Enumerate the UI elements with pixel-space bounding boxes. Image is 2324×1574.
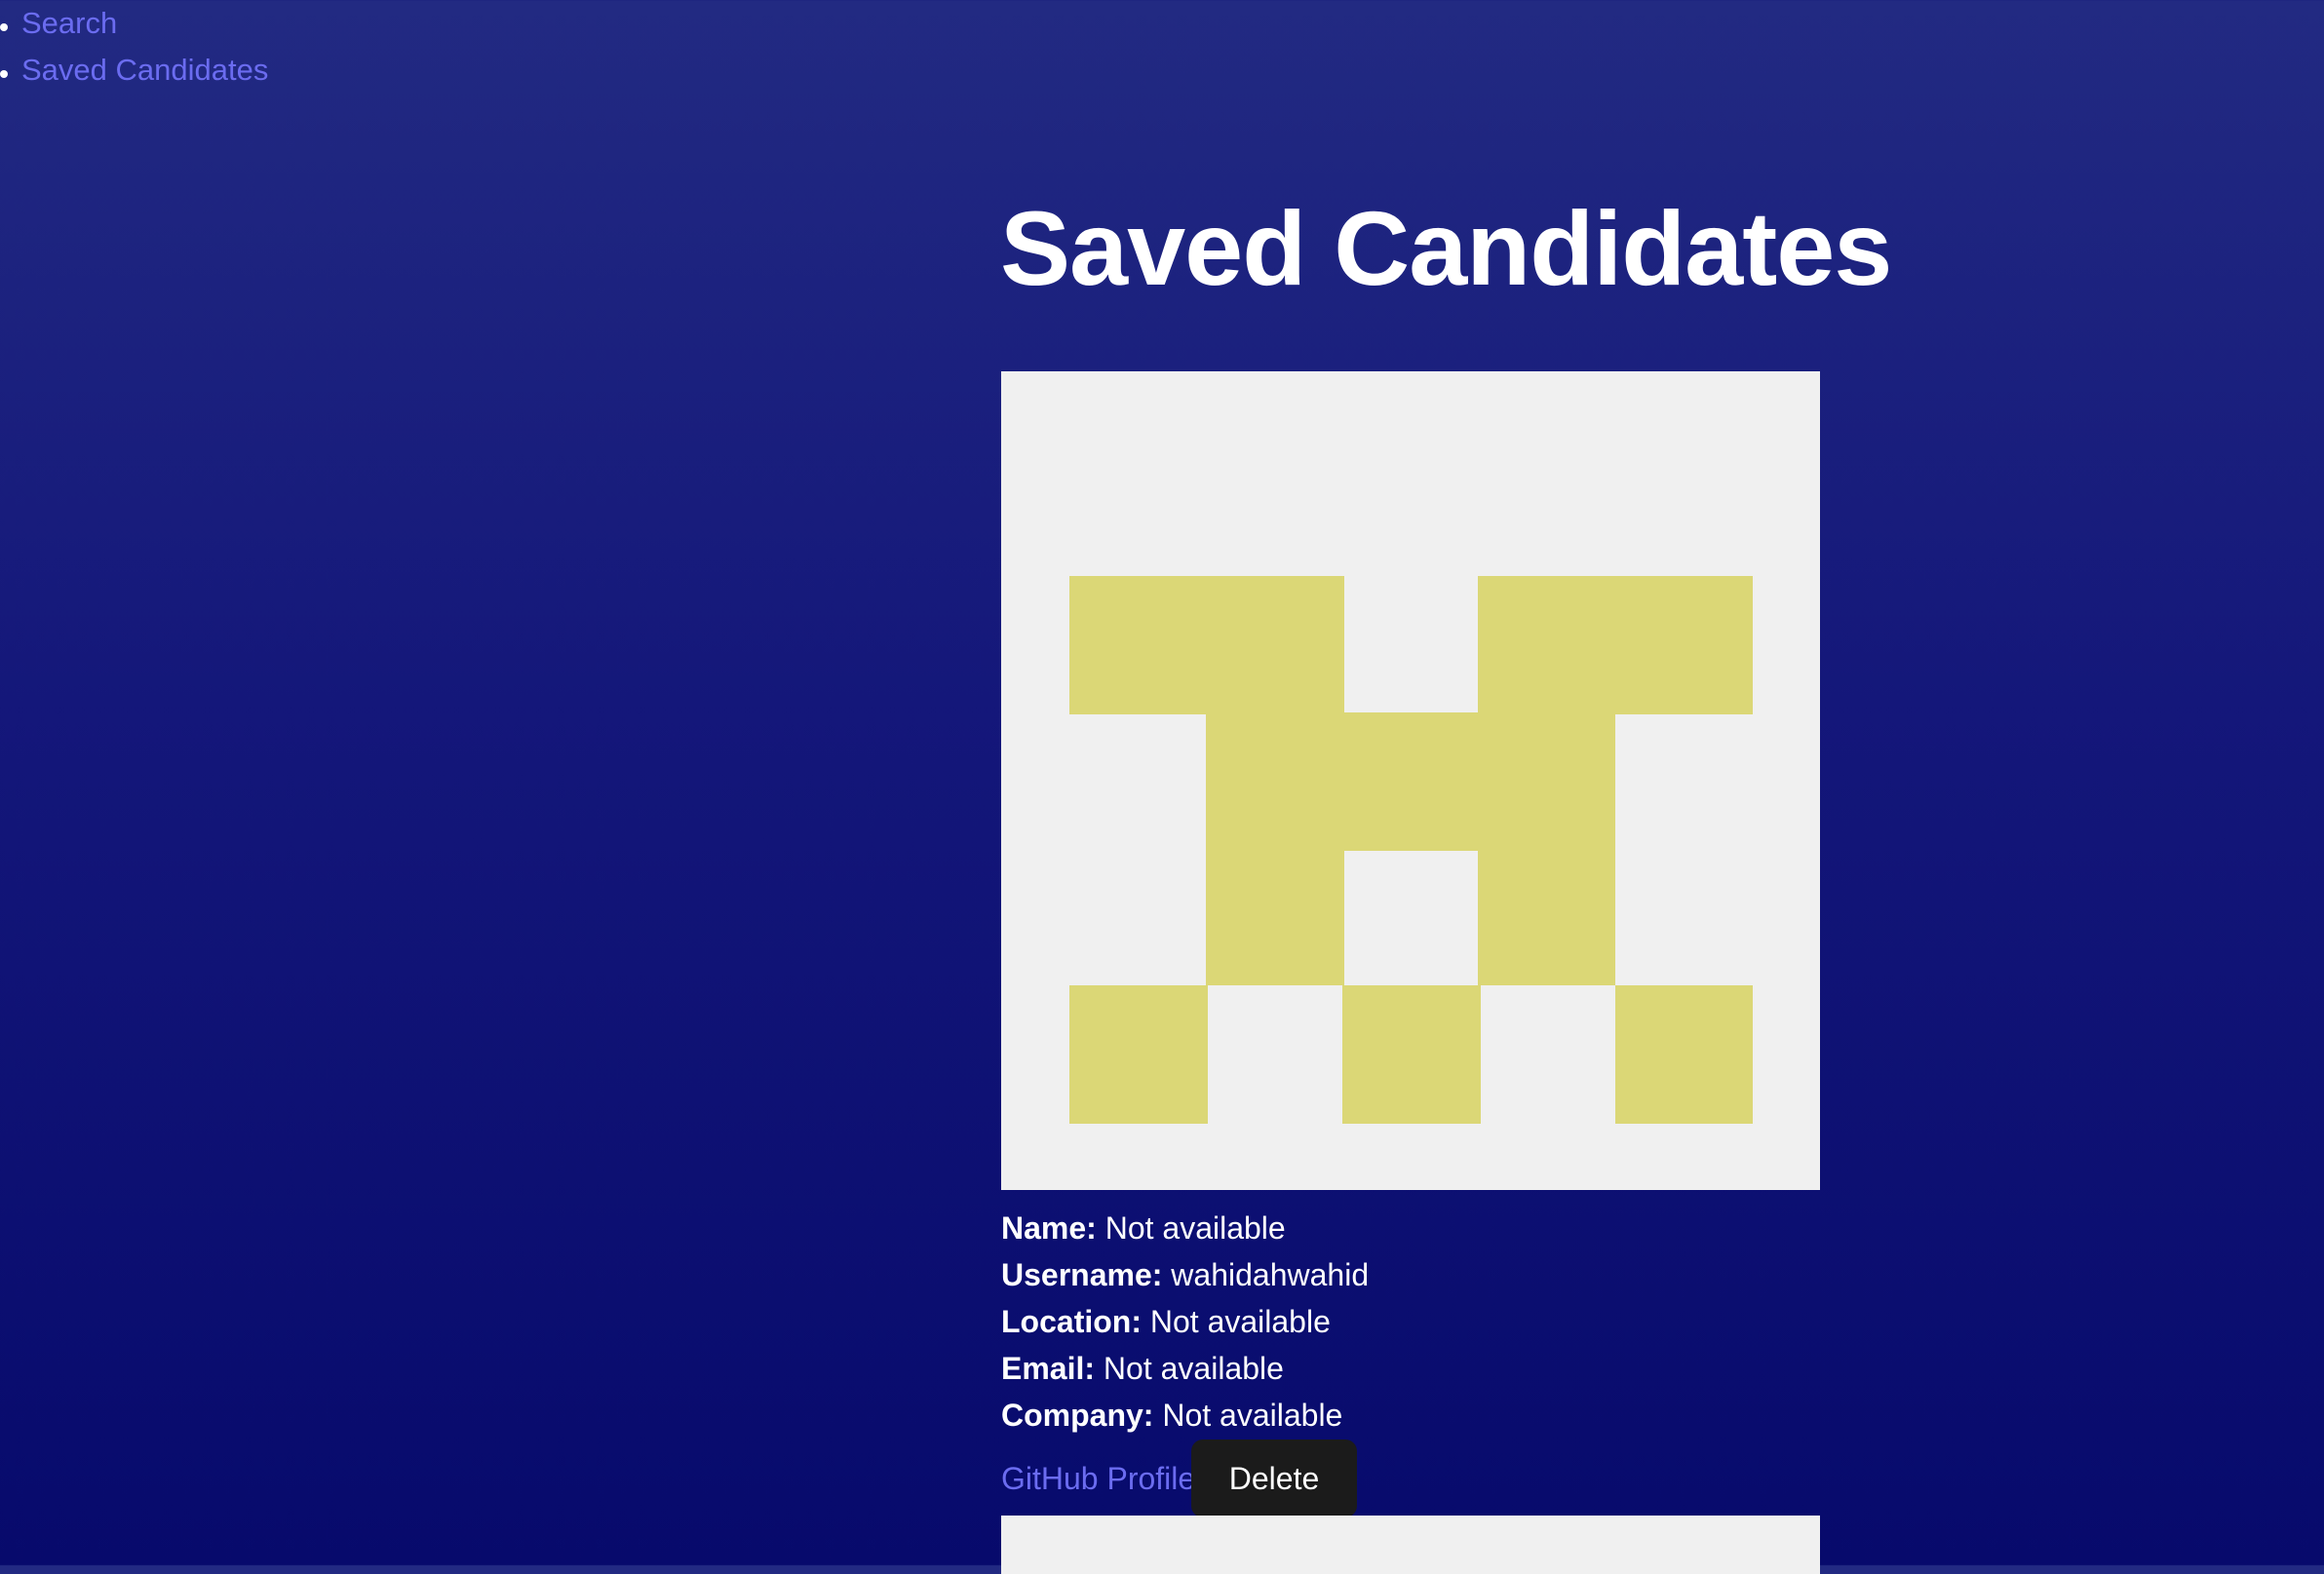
candidate-details: Name: Not available Username: wahidahwah… — [1001, 1205, 1820, 1439]
username-row: Username: wahidahwahid — [1001, 1251, 1820, 1298]
location-value: Not available — [1149, 1304, 1331, 1339]
candidate-avatar — [1001, 371, 1820, 1190]
username-value: wahidahwahid — [1171, 1257, 1370, 1292]
username-label: Username: — [1001, 1257, 1163, 1292]
company-row: Company: Not available — [1001, 1392, 1820, 1439]
name-label: Name: — [1001, 1210, 1097, 1246]
location-row: Location: Not available — [1001, 1298, 1820, 1345]
name-row: Name: Not available — [1001, 1205, 1820, 1251]
nav-link-search[interactable]: Search — [21, 6, 117, 40]
candidate-card: Name: Not available Username: wahidahwah… — [1001, 371, 1820, 1519]
github-profile-link[interactable]: GitHub Profile — [1001, 1457, 1195, 1500]
main-nav: Search Saved Candidates — [0, 0, 268, 94]
email-value: Not available — [1103, 1351, 1284, 1386]
candidate-actions: GitHub Profile Delete — [1001, 1440, 1820, 1519]
email-row: Email: Not available — [1001, 1345, 1820, 1392]
location-label: Location: — [1001, 1304, 1142, 1339]
email-label: Email: — [1001, 1351, 1096, 1386]
page-title: Saved Candidates — [1000, 189, 1892, 307]
delete-button[interactable]: Delete — [1191, 1440, 1357, 1517]
identicon-avatar-icon — [1001, 371, 1820, 1190]
company-value: Not available — [1162, 1398, 1343, 1433]
nav-link-saved-candidates[interactable]: Saved Candidates — [21, 53, 268, 87]
nav-item-search: Search — [0, 0, 268, 47]
name-value: Not available — [1104, 1210, 1286, 1246]
nav-item-saved-candidates: Saved Candidates — [0, 47, 268, 94]
candidate-avatar-next — [1001, 1516, 1820, 1574]
company-label: Company: — [1001, 1398, 1154, 1433]
nav-list: Search Saved Candidates — [0, 0, 268, 94]
